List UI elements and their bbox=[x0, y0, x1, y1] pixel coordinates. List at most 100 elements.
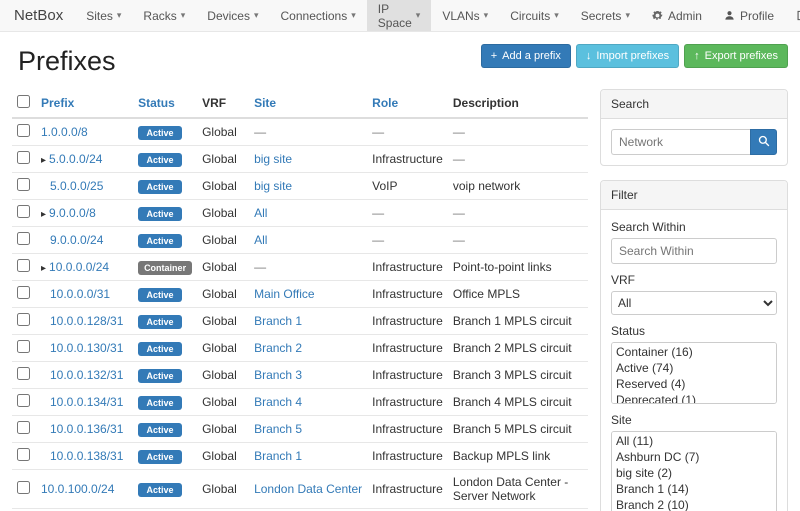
export-prefixes-button[interactable]: ↑Export prefixes bbox=[684, 44, 788, 68]
prefix-link[interactable]: 10.0.0.130/31 bbox=[50, 341, 123, 355]
search-within-input[interactable] bbox=[611, 238, 777, 264]
row-checkbox[interactable] bbox=[17, 286, 30, 299]
nav-menu: Sites▾Racks▾Devices▾Connections▾IP Space… bbox=[75, 0, 641, 31]
row-checkbox[interactable] bbox=[17, 313, 30, 326]
select-option[interactable]: big site (2) bbox=[613, 465, 775, 481]
prefix-link[interactable]: 10.0.0.134/31 bbox=[50, 395, 123, 409]
status-select[interactable]: Container (16)Active (74)Reserved (4)Dep… bbox=[611, 342, 777, 404]
site-link[interactable]: Branch 3 bbox=[254, 368, 302, 382]
row-checkbox[interactable] bbox=[17, 259, 30, 272]
select-option[interactable]: All (11) bbox=[613, 433, 775, 449]
nav-item-ip-space[interactable]: IP Space▾ bbox=[367, 0, 432, 31]
site-link[interactable]: Branch 5 bbox=[254, 422, 302, 436]
empty-value: — bbox=[372, 206, 384, 220]
prefix-cell: 9.0.0.0/24 bbox=[36, 227, 133, 254]
row-checkbox-cell bbox=[12, 200, 36, 227]
row-checkbox[interactable] bbox=[17, 151, 30, 164]
column-header-site[interactable]: Site bbox=[249, 89, 367, 118]
nav-item-sites[interactable]: Sites▾ bbox=[75, 0, 132, 31]
empty-value: — bbox=[372, 233, 384, 247]
site-link[interactable]: Branch 4 bbox=[254, 395, 302, 409]
expand-arrow-icon[interactable]: ▸ bbox=[41, 263, 46, 274]
table-row: 10.0.0.130/31ActiveGlobalBranch 2Infrast… bbox=[12, 335, 588, 362]
nav-item-vlans[interactable]: VLANs▾ bbox=[431, 0, 499, 31]
column-header-role[interactable]: Role bbox=[367, 89, 448, 118]
row-checkbox[interactable] bbox=[17, 448, 30, 461]
row-checkbox[interactable] bbox=[17, 421, 30, 434]
prefix-link[interactable]: 9.0.0.0/24 bbox=[50, 233, 103, 247]
status-badge: Active bbox=[138, 342, 182, 356]
add-a-prefix-button[interactable]: +Add a prefix bbox=[481, 44, 571, 68]
site-link[interactable]: Branch 1 bbox=[254, 314, 302, 328]
prefix-link[interactable]: 10.0.0.128/31 bbox=[50, 314, 123, 328]
row-checkbox-cell bbox=[12, 470, 36, 509]
prefix-link[interactable]: 9.0.0.0/8 bbox=[49, 206, 96, 220]
site-link[interactable]: London Data Center bbox=[254, 482, 362, 496]
prefix-link[interactable]: 1.0.0.0/8 bbox=[41, 125, 88, 139]
prefix-link[interactable]: 5.0.0.0/24 bbox=[49, 152, 102, 166]
select-option[interactable]: Container (16) bbox=[613, 344, 775, 360]
vrf-select[interactable]: All bbox=[611, 291, 777, 315]
vrf-cell: Global bbox=[197, 335, 249, 362]
prefix-link[interactable]: 10.0.0.0/24 bbox=[49, 260, 109, 274]
row-checkbox[interactable] bbox=[17, 178, 30, 191]
select-option[interactable]: Deprecated (1) bbox=[613, 392, 775, 404]
prefix-link[interactable]: 5.0.0.0/25 bbox=[50, 179, 103, 193]
site-link[interactable]: All bbox=[254, 206, 267, 220]
row-checkbox[interactable] bbox=[17, 340, 30, 353]
select-option[interactable]: Branch 1 (14) bbox=[613, 481, 775, 497]
expand-arrow-icon[interactable]: ▸ bbox=[41, 155, 46, 166]
site-link[interactable]: Branch 1 bbox=[254, 449, 302, 463]
site-link[interactable]: big site bbox=[254, 152, 292, 166]
expand-arrow-icon[interactable]: ▸ bbox=[41, 209, 46, 220]
select-option[interactable]: Branch 2 (10) bbox=[613, 497, 775, 511]
prefix-link[interactable]: 10.0.100.0/24 bbox=[41, 482, 114, 496]
select-option[interactable]: Ashburn DC (7) bbox=[613, 449, 775, 465]
site-link[interactable]: All bbox=[254, 233, 267, 247]
nav-item-log-out[interactable]: Log out bbox=[785, 0, 800, 31]
table-row: ▸9.0.0.0/8ActiveGlobalAll—— bbox=[12, 200, 588, 227]
prefix-link[interactable]: 10.0.0.132/31 bbox=[50, 368, 123, 382]
site-link[interactable]: Branch 2 bbox=[254, 341, 302, 355]
row-checkbox-cell bbox=[12, 146, 36, 173]
prefix-link[interactable]: 10.0.0.138/31 bbox=[50, 449, 123, 463]
filter-panel: Filter Search Within VRF All Status Cont… bbox=[600, 180, 788, 511]
nav-item-racks[interactable]: Racks▾ bbox=[132, 0, 196, 31]
content: Prefixes +Add a prefix↓Import prefixes↑E… bbox=[0, 32, 800, 511]
table-row: 10.0.0.0/31ActiveGlobalMain OfficeInfras… bbox=[12, 281, 588, 308]
table-header-row: PrefixStatusVRFSiteRoleDescription bbox=[12, 89, 588, 118]
nav-item-secrets[interactable]: Secrets▾ bbox=[570, 0, 641, 31]
nav-item-label: VLANs bbox=[442, 9, 479, 23]
prefix-link[interactable]: 10.0.0.0/31 bbox=[50, 287, 110, 301]
add-icon: + bbox=[491, 51, 497, 62]
site-link[interactable]: Main Office bbox=[254, 287, 314, 301]
nav-item-devices[interactable]: Devices▾ bbox=[196, 0, 269, 31]
nav-user-menu: AdminProfileLog out bbox=[641, 0, 800, 31]
prefix-link[interactable]: 10.0.0.136/31 bbox=[50, 422, 123, 436]
site-select[interactable]: All (11)Ashburn DC (7)big site (2)Branch… bbox=[611, 431, 777, 511]
import-prefixes-button[interactable]: ↓Import prefixes bbox=[576, 44, 679, 68]
nav-item-connections[interactable]: Connections▾ bbox=[270, 0, 367, 31]
row-checkbox[interactable] bbox=[17, 481, 30, 494]
site-link[interactable]: big site bbox=[254, 179, 292, 193]
nav-item-profile[interactable]: Profile bbox=[713, 0, 785, 31]
role-cell: Infrastructure bbox=[367, 416, 448, 443]
column-header-prefix[interactable]: Prefix bbox=[36, 89, 133, 118]
row-checkbox-cell bbox=[12, 389, 36, 416]
select-option[interactable]: Reserved (4) bbox=[613, 376, 775, 392]
search-button[interactable] bbox=[750, 129, 777, 155]
brand[interactable]: NetBox bbox=[10, 0, 75, 31]
select-all-checkbox[interactable] bbox=[17, 95, 30, 108]
row-checkbox[interactable] bbox=[17, 205, 30, 218]
select-option[interactable]: Active (74) bbox=[613, 360, 775, 376]
row-checkbox[interactable] bbox=[17, 232, 30, 245]
column-header-status[interactable]: Status bbox=[133, 89, 197, 118]
row-checkbox[interactable] bbox=[17, 367, 30, 380]
row-checkbox[interactable] bbox=[17, 394, 30, 407]
prefix-cell: 10.0.0.0/31 bbox=[36, 281, 133, 308]
search-input[interactable] bbox=[611, 129, 750, 155]
nav-item-admin[interactable]: Admin bbox=[641, 0, 713, 31]
prefix-cell: 10.0.0.138/31 bbox=[36, 443, 133, 470]
nav-item-circuits[interactable]: Circuits▾ bbox=[499, 0, 570, 31]
row-checkbox[interactable] bbox=[17, 124, 30, 137]
